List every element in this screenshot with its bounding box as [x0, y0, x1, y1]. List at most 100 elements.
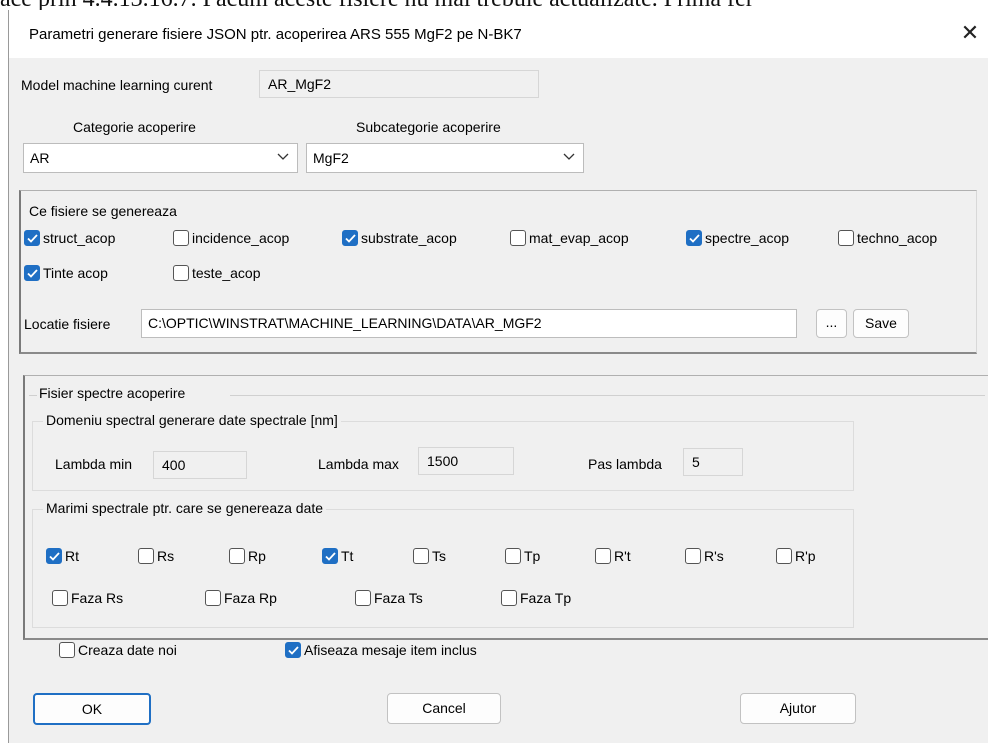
quantity-ts-checkbox[interactable]: Ts	[413, 546, 446, 566]
tinte-acop-label: Tinte acop	[43, 265, 108, 281]
subcategory-select[interactable]: MgF2	[306, 143, 584, 173]
quantity-faza-tp-label: Faza Tp	[520, 590, 572, 606]
checkbox-unchecked-icon	[59, 642, 75, 659]
checkbox-unchecked-icon	[205, 590, 221, 607]
category-select[interactable]: AR	[23, 143, 298, 173]
teste-acop-checkbox[interactable]: teste_acop	[173, 263, 261, 283]
checkbox-checked-icon	[24, 265, 40, 282]
dialog-title: Parametri generare fisiere JSON ptr. aco…	[29, 26, 522, 43]
struct-acop-checkbox[interactable]: struct_acop	[24, 228, 115, 248]
show-included-item-messages-label: Afiseaza mesaje item inclus	[304, 642, 477, 658]
quantity-tp-label: Tp	[524, 548, 541, 564]
close-icon[interactable]: ✕	[957, 20, 983, 46]
lambda-min-label: Lambda min	[55, 456, 133, 472]
checkbox-unchecked-icon	[510, 230, 526, 247]
lambda-min-field[interactable]: 400	[153, 451, 247, 479]
group-line	[230, 395, 985, 396]
techno-acop-label: techno_acop	[857, 230, 938, 246]
quantity-faza-rs-checkbox[interactable]: Faza Rs	[52, 588, 123, 608]
quantity-tp-checkbox[interactable]: Tp	[505, 546, 540, 566]
quantity-faza-rs-label: Faza Rs	[71, 590, 124, 606]
title-bar: Parametri generare fisiere JSON ptr. aco…	[9, 10, 988, 58]
incidence-acop-checkbox[interactable]: incidence_acop	[173, 228, 289, 248]
quantity-faza-ts-checkbox[interactable]: Faza Ts	[355, 588, 423, 608]
step-field[interactable]: 5	[683, 448, 743, 476]
checkbox-unchecked-icon	[173, 265, 189, 282]
checkbox-checked-icon	[686, 230, 702, 247]
quantity-rs-label: Rs	[157, 548, 175, 564]
techno-acop-checkbox[interactable]: techno_acop	[838, 228, 937, 248]
browse-button[interactable]: ...	[816, 309, 847, 338]
quantity-faza-ts-label: Faza Ts	[374, 590, 423, 606]
chevron-down-icon	[563, 153, 575, 160]
teste-acop-label: teste_acop	[192, 265, 261, 281]
quantity-rs-checkbox[interactable]: Rs	[138, 546, 174, 566]
substrate-acop-label: substrate_acop	[361, 230, 457, 246]
quantity-rt-checkbox[interactable]: Rt	[46, 546, 79, 566]
spectre-acop-checkbox[interactable]: spectre_acop	[686, 228, 789, 248]
group-line	[29, 395, 37, 396]
category-value: AR	[30, 150, 50, 166]
quantity-ts-label: Ts	[432, 548, 446, 564]
show-included-item-messages-checkbox[interactable]: Afiseaza mesaje item inclus	[285, 640, 477, 660]
incidence-acop-label: incidence_acop	[192, 230, 290, 246]
checkbox-checked-icon	[46, 548, 62, 565]
quantity-r-t-label: R't	[614, 548, 631, 564]
checkbox-checked-icon	[285, 642, 301, 659]
model-label: Model machine learning curent	[21, 77, 213, 93]
quantity-faza-rp-checkbox[interactable]: Faza Rp	[205, 588, 277, 608]
checkbox-unchecked-icon	[173, 230, 189, 247]
help-button[interactable]: Ajutor	[740, 693, 856, 724]
checkbox-unchecked-icon	[355, 590, 371, 607]
subcategory-value: MgF2	[313, 150, 349, 166]
quantity-tt-label: Tt	[341, 548, 354, 564]
category-label: Categorie acoperire	[73, 119, 196, 135]
checkbox-unchecked-icon	[685, 548, 701, 565]
quantity-faza-tp-checkbox[interactable]: Faza Tp	[501, 588, 571, 608]
quantity-faza-rp-label: Faza Rp	[224, 590, 277, 606]
quantity-tt-checkbox[interactable]: Tt	[322, 546, 353, 566]
checkbox-unchecked-icon	[413, 548, 429, 565]
checkbox-unchecked-icon	[776, 548, 792, 565]
checkbox-unchecked-icon	[595, 548, 611, 565]
checkbox-unchecked-icon	[229, 548, 245, 565]
quantity-r-t-checkbox[interactable]: R't	[595, 546, 631, 566]
model-field: AR_MgF2	[259, 70, 539, 98]
checkbox-unchecked-icon	[138, 548, 154, 565]
spectre-acop-label: spectre_acop	[705, 230, 790, 246]
checkbox-unchecked-icon	[505, 548, 521, 565]
spectra-group-legend: Fisier spectre acoperire	[39, 385, 186, 401]
cancel-button[interactable]: Cancel	[387, 693, 501, 724]
quantity-r-p-label: R'p	[795, 548, 816, 564]
checkbox-unchecked-icon	[52, 590, 68, 607]
quantity-rp-checkbox[interactable]: Rp	[229, 546, 266, 566]
checkbox-checked-icon	[24, 230, 40, 247]
mat-evap-acop-checkbox[interactable]: mat_evap_acop	[510, 228, 629, 248]
quantity-r-s-checkbox[interactable]: R's	[685, 546, 724, 566]
checkbox-unchecked-icon	[501, 590, 517, 607]
quantity-r-s-label: R's	[704, 548, 724, 564]
quantity-rp-label: Rp	[248, 548, 266, 564]
save-button[interactable]: Save	[853, 309, 909, 338]
mat-evap-acop-label: mat_evap_acop	[529, 230, 629, 246]
substrate-acop-checkbox[interactable]: substrate_acop	[342, 228, 457, 248]
location-input[interactable]: C:\OPTIC\WINSTRAT\MACHINE_LEARNING\DATA\…	[141, 309, 797, 338]
checkbox-checked-icon	[342, 230, 358, 247]
create-new-data-checkbox[interactable]: Creaza date noi	[59, 640, 177, 660]
ok-button[interactable]: OK	[33, 693, 151, 725]
quantity-r-p-checkbox[interactable]: R'p	[776, 546, 816, 566]
chevron-down-icon	[277, 153, 289, 160]
step-label: Pas lambda	[588, 456, 662, 472]
subcategory-label: Subcategorie acoperire	[356, 119, 501, 135]
quantities-legend: Marimi spectrale ptr. care se genereaza …	[43, 500, 327, 516]
spectral-range-legend: Domeniu spectral generare date spectrale…	[43, 412, 341, 428]
tinte-acop-checkbox[interactable]: Tinte acop	[24, 263, 108, 283]
quantity-rt-label: Rt	[65, 548, 79, 564]
location-label: Locatie fisiere	[24, 316, 111, 332]
quantities-group: Marimi spectrale ptr. care se genereaza …	[32, 500, 854, 628]
files-group-legend: Ce fisiere se genereaza	[29, 203, 177, 219]
checkbox-unchecked-icon	[838, 230, 854, 247]
lambda-max-field[interactable]: 1500	[418, 447, 514, 475]
dialog-window: Parametri generare fisiere JSON ptr. aco…	[8, 10, 988, 743]
lambda-max-label: Lambda max	[318, 456, 399, 472]
